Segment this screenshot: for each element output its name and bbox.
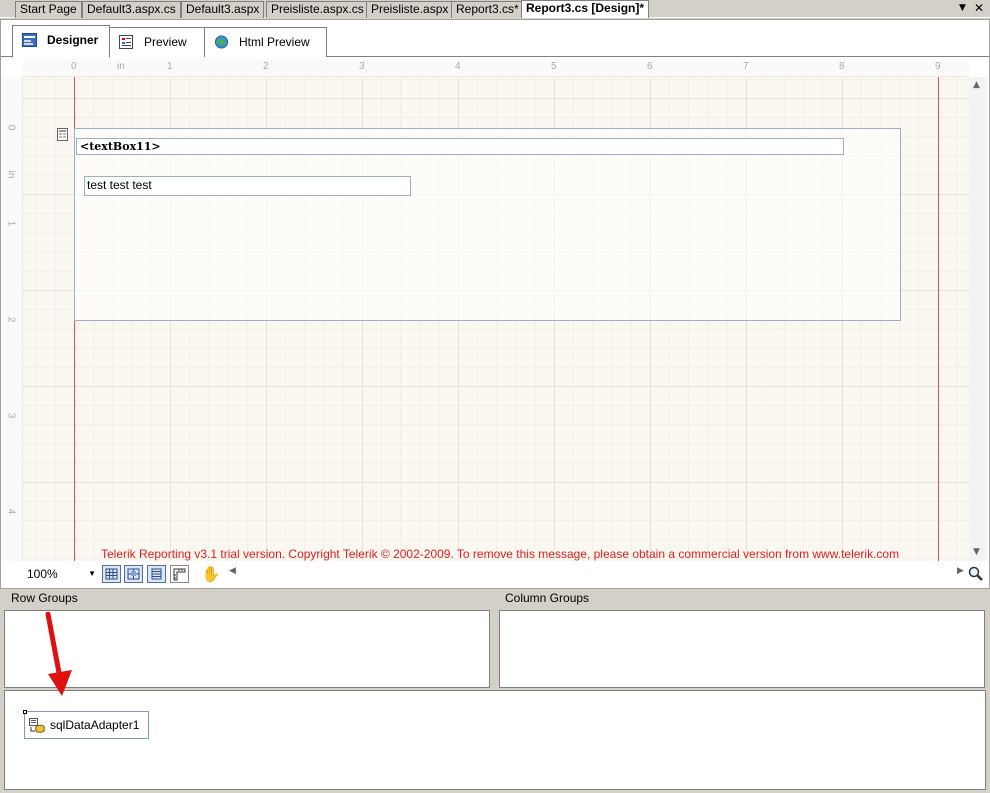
ruler-v-label-2: 2 <box>5 316 17 323</box>
snap-icon <box>127 568 140 580</box>
scroll-up-icon[interactable]: ▲ <box>973 80 980 90</box>
scroll-down-icon[interactable]: ▼ <box>973 547 980 557</box>
dimension-icon <box>151 568 162 580</box>
zoom-select[interactable]: 100% ▼ <box>23 565 99 583</box>
doc-tab-start-page[interactable]: Start Page <box>15 1 82 18</box>
ruler-v-label-1: 1 <box>5 220 17 227</box>
zoom-toolbar: 100% ▼ ✋ ◀ ▶ <box>1 563 989 585</box>
ruler-h-label-5: 5 <box>551 61 557 72</box>
dimension-marks-button[interactable] <box>147 565 166 583</box>
horizontal-ruler: 0 in 1 2 3 4 5 6 7 8 9 <box>23 59 969 77</box>
ruler-unit: in <box>117 61 125 72</box>
textbox11[interactable]: <textBox11> <box>76 138 844 155</box>
doc-tab-report3-design[interactable]: Report3.cs [Design]* <box>521 0 650 18</box>
sql-data-adapter-label: sqlDataAdapter1 <box>50 718 140 732</box>
tab-html-preview[interactable]: Html Preview <box>204 27 327 57</box>
doc-tab-preisliste-aspx-cs[interactable]: Preisliste.aspx.cs <box>266 1 369 18</box>
right-margin-line <box>938 77 939 561</box>
snap-to-grid-button[interactable] <box>124 565 143 583</box>
doc-tab-default3-aspx-cs[interactable]: Default3.aspx.cs <box>82 1 181 18</box>
preview-icon <box>119 35 133 49</box>
report-table-item[interactable]: <textBox11> test test test <box>74 128 901 321</box>
tab-preview-label: Preview <box>144 35 187 49</box>
tab-designer[interactable]: Designer <box>12 25 110 58</box>
document-tab-strip: Start Page Default3.aspx.cs Default3.asp… <box>0 0 990 18</box>
ruler-h-label-7: 7 <box>743 61 749 72</box>
sql-data-adapter-icon <box>29 718 45 733</box>
tab-preview[interactable]: Preview <box>109 27 205 57</box>
grid-toggle-button[interactable] <box>102 565 121 583</box>
groups-panel: Row Groups Column Groups <box>0 589 990 690</box>
report-design-canvas[interactable]: <textBox11> test test test Telerik Repor… <box>23 77 969 561</box>
ruler-v-label-0: 0 <box>5 124 17 131</box>
red-arrow-annotation <box>45 612 72 696</box>
ruler-h-label-9: 9 <box>935 61 941 72</box>
component-tray[interactable]: sqlDataAdapter1 <box>4 690 986 790</box>
vertical-ruler: 0 in 1 2 3 4 <box>1 77 23 561</box>
ruler-icon <box>173 568 186 581</box>
ruler-h-label-8: 8 <box>839 61 845 72</box>
tab-designer-label: Designer <box>47 33 99 47</box>
chevron-down-icon[interactable]: ▼ <box>88 566 96 582</box>
column-groups-label: Column Groups <box>505 591 590 605</box>
ruler-h-label-2: 2 <box>263 61 269 72</box>
close-tab-icon[interactable]: ✕ <box>974 0 984 17</box>
scroll-right-icon[interactable]: ▶ <box>957 566 964 576</box>
view-tab-strip: Designer Preview Html Preview <box>1 20 989 58</box>
tab-html-preview-label: Html Preview <box>239 35 310 49</box>
hand-tool-icon[interactable]: ✋ <box>201 564 221 584</box>
ruler-h-label-0: 0 <box>71 61 77 72</box>
grid-icon <box>105 568 118 580</box>
ruler-h-label-3: 3 <box>359 61 365 72</box>
row-groups-label: Row Groups <box>11 591 78 605</box>
trial-message: Telerik Reporting v3.1 trial version. Co… <box>101 547 900 561</box>
ruler-h-label-1: 1 <box>167 61 173 72</box>
vertical-scrollbar[interactable]: ▲ ▼ <box>969 77 987 561</box>
doc-tab-preisliste-aspx[interactable]: Preisliste.aspx <box>366 1 454 18</box>
report-designer-panel: Designer Preview Html Preview 0 in 1 2 3… <box>0 19 990 589</box>
selection-handle <box>23 710 27 714</box>
ruler-v-label-3: 3 <box>5 412 17 419</box>
doc-tab-report3-cs[interactable]: Report3.cs* <box>451 1 524 18</box>
ruler-v-label-4: 4 <box>5 508 17 515</box>
ruler-v-unit: in <box>5 170 17 179</box>
test-textbox[interactable]: test test test <box>84 176 411 196</box>
globe-icon <box>214 35 229 49</box>
table-handle-icon[interactable] <box>57 128 68 141</box>
tab-list-dropdown-icon[interactable]: ▼ <box>959 0 966 17</box>
ruler-h-label-4: 4 <box>455 61 461 72</box>
doc-tab-default3-aspx[interactable]: Default3.aspx <box>181 1 265 18</box>
designer-icon <box>22 33 37 47</box>
sql-data-adapter-component[interactable]: sqlDataAdapter1 <box>23 710 149 739</box>
zoom-value: 100% <box>27 567 58 581</box>
scroll-left-icon[interactable]: ◀ <box>229 566 236 576</box>
magnifier-icon[interactable] <box>967 565 985 583</box>
show-rulers-button[interactable] <box>170 565 189 583</box>
column-groups-box[interactable] <box>499 610 985 688</box>
ruler-h-label-6: 6 <box>647 61 653 72</box>
